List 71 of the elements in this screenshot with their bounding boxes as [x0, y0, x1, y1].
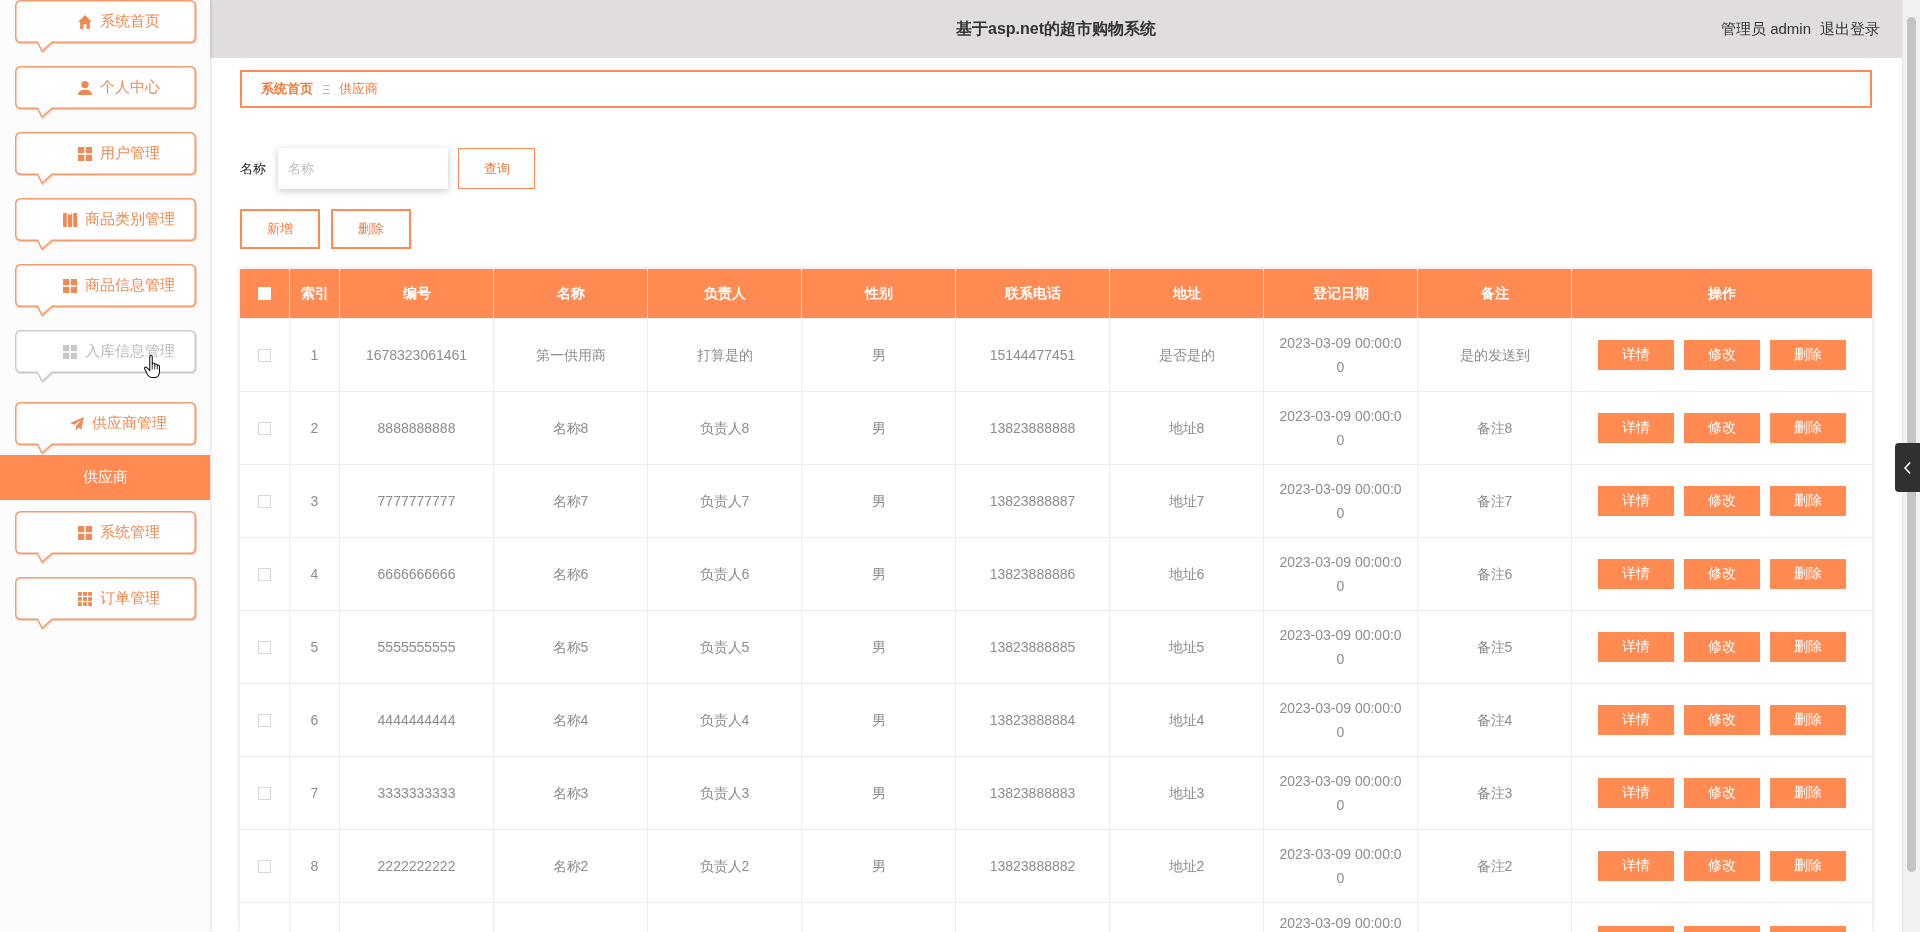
checkbox[interactable] — [258, 567, 271, 581]
logout-link[interactable]: 退出登录 — [1820, 19, 1880, 39]
action-button[interactable]: 修改 — [1684, 559, 1760, 589]
chevron-left-icon — [1904, 461, 1911, 474]
checkbox[interactable] — [258, 713, 271, 727]
action-button[interactable] — [1684, 926, 1760, 932]
action-button[interactable]: 删除 — [1770, 559, 1846, 589]
nav-item[interactable]: 商品信息管理 — [15, 264, 196, 316]
action-button[interactable]: 修改 — [1684, 778, 1760, 808]
action-button[interactable]: 删除 — [1770, 778, 1846, 808]
action-button[interactable]: 删除 — [1770, 340, 1846, 370]
scrollbar-thumb[interactable] — [1907, 17, 1916, 872]
column-header: 操作 — [1707, 283, 1737, 303]
action-button[interactable]: 详情 — [1598, 851, 1674, 881]
checkbox[interactable] — [258, 421, 271, 435]
action-button[interactable]: 删除 — [1770, 632, 1846, 662]
search-label: 名称 — [240, 159, 266, 178]
action-button[interactable]: 详情 — [1598, 705, 1674, 735]
nav-item[interactable]: 入库信息管理 — [15, 330, 196, 382]
user-label: 管理员 admin — [1720, 19, 1811, 39]
checkbox[interactable] — [258, 640, 271, 654]
grid-icon — [62, 344, 77, 359]
nav-item[interactable]: 供应商管理 — [15, 402, 196, 454]
action-button[interactable]: 修改 — [1684, 851, 1760, 881]
search-field[interactable]: 名称 — [278, 148, 448, 189]
user-icon — [77, 80, 92, 95]
breadcrumb-current: 供应商 — [339, 80, 379, 98]
breadcrumb-separator: Ξ — [322, 81, 331, 97]
grid-icon — [77, 525, 92, 540]
toolbar-button[interactable]: 删除 — [331, 209, 411, 249]
grid-icon — [77, 591, 92, 606]
action-button[interactable]: 删除 — [1770, 413, 1846, 443]
nav-item[interactable]: 商品类别管理 — [15, 198, 196, 250]
collapse-tab[interactable] — [1895, 443, 1920, 492]
action-button[interactable]: 详情 — [1598, 486, 1674, 516]
columns-icon — [62, 212, 77, 227]
checkbox[interactable] — [258, 348, 271, 362]
nav-item[interactable]: 订单管理 — [15, 577, 196, 629]
action-button[interactable]: 修改 — [1684, 632, 1760, 662]
submenu-item[interactable]: 供应商 — [0, 455, 210, 500]
action-button[interactable] — [1598, 926, 1674, 932]
action-button[interactable]: 修改 — [1684, 413, 1760, 443]
action-button[interactable] — [1770, 926, 1846, 932]
breadcrumb-link[interactable]: 系统首页 — [261, 80, 313, 98]
scrollbar[interactable] — [1902, 0, 1920, 932]
action-button[interactable]: 详情 — [1598, 632, 1674, 662]
checkbox[interactable] — [258, 494, 271, 508]
nav-item[interactable]: 系统管理 — [15, 511, 196, 563]
checkbox[interactable] — [258, 786, 271, 800]
home-icon — [77, 14, 92, 29]
action-button[interactable]: 删除 — [1770, 486, 1846, 516]
grid-icon — [77, 146, 92, 161]
nav-item[interactable]: 用户管理 — [15, 132, 196, 184]
nav-item[interactable]: 系统首页 — [15, 0, 196, 52]
action-button[interactable]: 删除 — [1770, 705, 1846, 735]
action-button[interactable]: 详情 — [1598, 778, 1674, 808]
action-button[interactable]: 删除 — [1770, 851, 1846, 881]
search-button[interactable]: 查询 — [458, 148, 535, 189]
checkbox[interactable] — [258, 859, 271, 873]
action-button[interactable]: 修改 — [1684, 705, 1760, 735]
toolbar-button[interactable]: 新增 — [240, 209, 320, 249]
action-button[interactable]: 修改 — [1684, 486, 1760, 516]
grid-icon — [62, 278, 77, 293]
action-button[interactable]: 详情 — [1598, 559, 1674, 589]
action-button[interactable]: 详情 — [1598, 340, 1674, 370]
app-title: 基于asp.net的超市购物系统 — [956, 18, 1156, 39]
action-button[interactable]: 详情 — [1598, 413, 1674, 443]
table-cell: 2023-03-09 00:00:0 — [1264, 903, 1418, 932]
action-button[interactable]: 修改 — [1684, 340, 1760, 370]
nav-item[interactable]: 个人中心 — [15, 66, 196, 118]
paper-plane-icon — [70, 416, 84, 431]
